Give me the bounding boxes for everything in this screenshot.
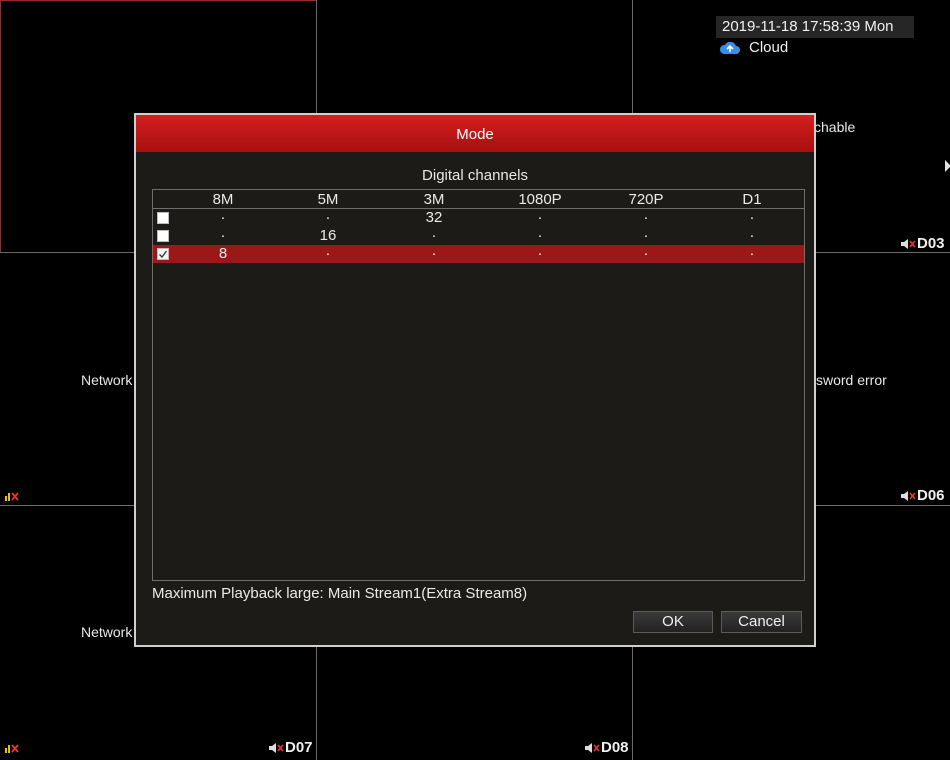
row-checkbox[interactable]: [157, 230, 169, 242]
signal-error-icon: [5, 492, 19, 501]
signal-error-icon: [5, 744, 19, 753]
channel-label-d06: D06: [900, 487, 945, 504]
chevron-right-icon[interactable]: [945, 160, 950, 172]
table-cell: .: [325, 242, 331, 259]
row-checkbox[interactable]: [157, 212, 169, 224]
table-cell: .: [537, 242, 543, 259]
table-row-selected[interactable]: 8 . . . . .: [153, 242, 804, 263]
table-cell: .: [431, 242, 437, 259]
speaker-muted-icon: [585, 742, 600, 753]
checkmark-icon: [159, 250, 168, 258]
mode-dialog: Mode Digital channels 8M 5M 3M 1080P 720…: [134, 113, 816, 647]
table-cell: .: [431, 224, 437, 241]
table-cell: .: [749, 242, 755, 259]
table-cell: .: [325, 206, 331, 223]
cell-status-text: sword error: [816, 372, 887, 388]
section-title: Digital channels: [422, 167, 528, 184]
mode-table: 8M 5M 3M 1080P 720P D1 . . 32 . . . . 16…: [152, 189, 805, 581]
channel-label-d08: D08: [584, 739, 629, 756]
table-row[interactable]: . . 32 . . .: [153, 206, 804, 227]
column-header: 3M: [423, 191, 445, 208]
speaker-muted-icon: [901, 490, 916, 501]
playback-note: Maximum Playback large: Main Stream1(Ext…: [152, 585, 528, 602]
cell-status-text: chable: [814, 119, 856, 135]
speaker-muted-icon: [269, 742, 284, 753]
table-cell: .: [749, 224, 755, 241]
table-cell: .: [220, 224, 226, 241]
row-checkbox-checked[interactable]: [157, 248, 169, 260]
cancel-button[interactable]: Cancel: [721, 611, 802, 633]
cloud-icon: [719, 41, 740, 54]
table-cell: .: [643, 242, 649, 259]
datetime-display: 2019-11-18 17:58:39 Mon: [716, 16, 914, 38]
speaker-muted-icon: [901, 238, 916, 249]
table-cell: 8: [218, 245, 228, 262]
channel-label-d07: D07: [268, 739, 313, 756]
table-cell: .: [749, 206, 755, 223]
cell-status-text: Network: [81, 372, 133, 388]
table-cell: .: [643, 224, 649, 241]
cell-status-text: Network: [81, 624, 133, 640]
table-cell: .: [537, 206, 543, 223]
ok-button[interactable]: OK: [633, 611, 713, 633]
table-header: 8M 5M 3M 1080P 720P D1: [153, 190, 804, 209]
channel-label-d03: D03: [900, 235, 945, 252]
table-cell: .: [643, 206, 649, 223]
dialog-title: Mode: [136, 115, 814, 152]
cloud-label: Cloud: [749, 39, 789, 56]
cloud-status[interactable]: Cloud: [719, 39, 788, 56]
table-row[interactable]: . 16 . . . .: [153, 224, 804, 245]
table-cell: .: [220, 206, 226, 223]
table-cell: .: [537, 224, 543, 241]
